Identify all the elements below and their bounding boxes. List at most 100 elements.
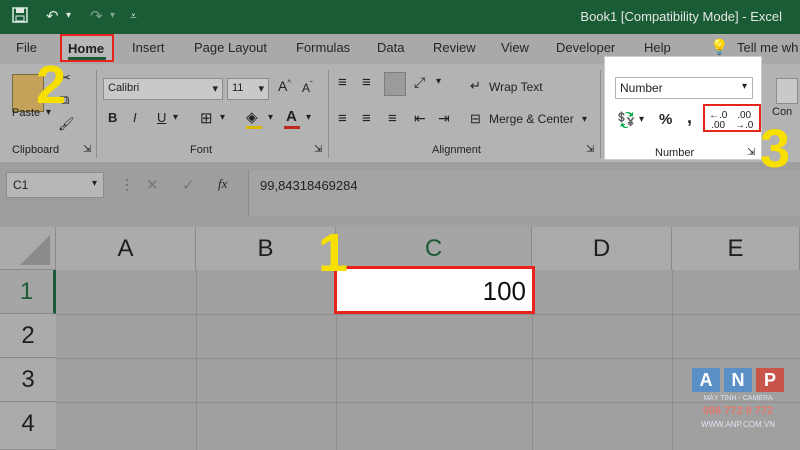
tab-formulas[interactable]: Formulas (296, 40, 350, 55)
row-header-2[interactable]: 2 (0, 314, 56, 358)
tab-developer[interactable]: Developer (556, 40, 615, 55)
chevron-down-icon: ▾ (91, 178, 97, 189)
column-header-a[interactable]: A (56, 227, 196, 270)
conditional-formatting-icon[interactable] (776, 78, 798, 104)
gridline (672, 270, 673, 450)
accounting-format-icon[interactable]: 💱 (617, 111, 636, 129)
group-separator (600, 70, 601, 158)
tab-view[interactable]: View (501, 40, 529, 55)
select-all-corner[interactable] (0, 227, 56, 270)
percent-style-button[interactable]: % (659, 111, 672, 128)
number-group-label: Number (655, 147, 695, 159)
step-number-1: 1 (318, 223, 349, 283)
accounting-dropdown-icon[interactable]: ▾ (639, 114, 644, 125)
row-header-1[interactable]: 1 (0, 270, 56, 314)
cell-c1-value: 100 (482, 276, 526, 306)
more-options-icon: ⋮ (120, 176, 134, 192)
tab-page-layout[interactable]: Page Layout (194, 40, 267, 55)
name-box-value: C1 (13, 178, 29, 192)
confirm-entry-icon[interactable]: ✓ (182, 176, 195, 194)
font-group-label: Font (190, 144, 213, 156)
align-top-icon[interactable]: ≡ (338, 74, 347, 91)
borders-dropdown-icon[interactable]: ▾ (220, 112, 225, 123)
align-bottom-icon[interactable] (384, 72, 406, 96)
align-left-icon[interactable]: ≡ (338, 110, 347, 127)
conditional-formatting-label[interactable]: Con (772, 106, 792, 118)
tell-me-search[interactable]: Tell me wh (737, 40, 798, 55)
wrap-text-icon[interactable]: ↵ (470, 78, 481, 94)
font-color-dropdown-icon[interactable]: ▾ (306, 112, 311, 123)
watermark-phone: 098 772 0 772 (702, 405, 774, 417)
increase-indent-icon[interactable]: ⇥ (438, 110, 450, 127)
font-size-select[interactable]: 11 ▾ (227, 78, 269, 100)
decrease-decimal-icon[interactable]: .00 →.0 (735, 111, 753, 131)
font-size-value: 11 (232, 82, 244, 94)
group-separator (328, 70, 329, 158)
alignment-launcher-icon[interactable]: ⇲ (586, 144, 594, 155)
watermark-letter-a: A (692, 368, 720, 392)
format-painter-icon[interactable]: 🖌 (58, 116, 75, 132)
tab-home[interactable]: Home (60, 34, 114, 62)
clipboard-launcher-icon[interactable]: ⇲ (83, 144, 91, 155)
increase-font-icon[interactable]: A^ (278, 78, 291, 94)
font-name-value: Calibri (108, 82, 140, 94)
column-header-c[interactable]: C (336, 227, 532, 270)
merge-dropdown-icon[interactable]: ▾ (582, 114, 587, 125)
formula-input[interactable] (248, 170, 800, 216)
bold-button[interactable]: B (108, 110, 117, 125)
column-header-b[interactable]: B (196, 227, 336, 270)
tab-file[interactable]: File (16, 40, 37, 55)
formula-bar: C1 ▾ ⋮ ✕ ✓ fx 99,84318469284 (0, 162, 800, 222)
fill-color-dropdown-icon[interactable]: ▾ (268, 112, 273, 123)
tab-data[interactable]: Data (377, 40, 404, 55)
align-center-icon[interactable]: ≡ (362, 110, 371, 127)
tab-help[interactable]: Help (644, 40, 671, 55)
alignment-group-label: Alignment (432, 144, 481, 156)
row-header-4[interactable]: 4 (0, 402, 56, 450)
font-color-icon[interactable]: A (286, 108, 297, 125)
orientation-icon[interactable]: ⤢ (414, 74, 425, 91)
window-title: Book1 [Compatibility Mode] - Excel (580, 9, 782, 24)
wrap-text-button[interactable]: Wrap Text (489, 80, 543, 94)
align-right-icon[interactable]: ≡ (388, 110, 397, 127)
watermark-subtitle: MÁY TÍNH - CAMERA (703, 395, 773, 402)
underline-dropdown-icon[interactable]: ▾ (173, 112, 178, 123)
chevron-down-icon: ▾ (741, 81, 747, 92)
increase-decimal-icon[interactable]: ←.0.00 (709, 111, 727, 131)
step-number-3: 3 (760, 119, 791, 179)
gridline (56, 358, 800, 359)
underline-button[interactable]: U (157, 110, 166, 125)
insert-function-icon[interactable]: fx (218, 176, 227, 192)
merge-center-button[interactable]: Merge & Center (489, 112, 574, 126)
orientation-dropdown-icon[interactable]: ▾ (436, 76, 441, 87)
column-header-d[interactable]: D (532, 227, 672, 270)
name-box[interactable]: C1 ▾ (6, 172, 104, 198)
italic-button[interactable]: I (133, 110, 137, 125)
font-launcher-icon[interactable]: ⇲ (314, 144, 322, 155)
decrease-font-icon[interactable]: Aˇ (302, 80, 313, 95)
gridline (56, 402, 800, 403)
cancel-entry-icon[interactable]: ✕ (146, 176, 159, 194)
watermark-letter-n: N (724, 368, 752, 392)
number-format-select[interactable]: Number ▾ (615, 77, 753, 99)
fill-color-icon[interactable]: ◈ (246, 108, 258, 126)
row-header-3[interactable]: 3 (0, 358, 56, 402)
number-launcher-icon[interactable]: ⇲ (747, 147, 755, 158)
tab-active-underline (68, 57, 106, 60)
gridline (56, 314, 800, 315)
watermark-url: WWW.ANP.COM.VN (700, 420, 776, 429)
align-middle-icon[interactable]: ≡ (362, 74, 371, 91)
font-name-select[interactable]: Calibri ▾ (103, 78, 223, 100)
comma-style-button[interactable]: , (687, 107, 692, 128)
column-header-e[interactable]: E (672, 227, 800, 270)
borders-icon[interactable]: ⊞ (200, 109, 213, 127)
chevron-down-icon: ▾ (258, 83, 264, 95)
merge-center-icon[interactable]: ⊟ (470, 111, 481, 127)
step-number-2: 2 (36, 55, 67, 115)
tab-review[interactable]: Review (433, 40, 476, 55)
tab-home-label: Home (68, 41, 105, 56)
cell-c1[interactable]: 100 (334, 266, 535, 314)
decrease-indent-icon[interactable]: ⇤ (414, 110, 426, 127)
lightbulb-icon[interactable]: 💡 (710, 38, 729, 56)
tab-insert[interactable]: Insert (132, 40, 165, 55)
